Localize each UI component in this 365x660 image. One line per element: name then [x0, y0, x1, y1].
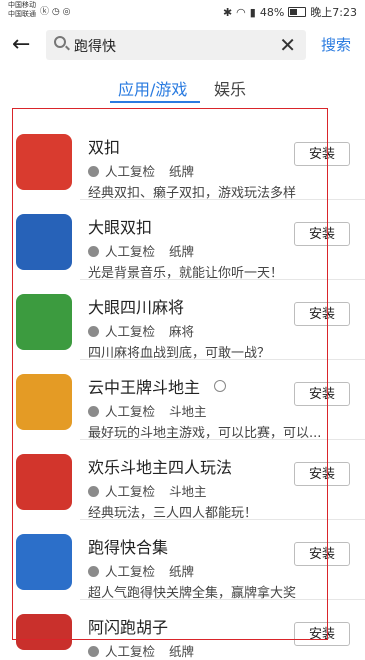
app-name[interactable]: 云中王牌斗地主 [88, 374, 200, 398]
reviewer-avatar-icon [88, 486, 99, 497]
install-button[interactable]: 安装 [294, 462, 350, 486]
carrier-info: 中国移动 中国联通 [8, 1, 36, 19]
bluetooth-icon: ✱ [222, 5, 233, 19]
reviewer-avatar-icon [88, 246, 99, 257]
list-item[interactable]: 阿闪跑胡子 人工复检 纸牌 安装 [0, 600, 365, 659]
list-item[interactable]: 大眼四川麻将 人工复检 麻将 四川麻将血战到底，可敢一战？ 安装 [0, 280, 365, 361]
app-meta: 人工复检 纸牌 [88, 641, 194, 660]
install-button[interactable]: 安装 [294, 542, 350, 566]
app-icon[interactable] [16, 374, 72, 430]
search-query[interactable]: 跑得快 [74, 36, 116, 56]
app-name[interactable]: 欢乐斗地主四人玩法 [88, 454, 232, 478]
app-icon[interactable] [16, 534, 72, 590]
tab-entertainment[interactable]: 娱乐 [214, 76, 246, 100]
app-meta: 人工复检 麻将 [88, 321, 194, 340]
install-button[interactable]: 安装 [294, 222, 350, 246]
app-icon[interactable] [16, 214, 72, 270]
battery-percent: 48% [259, 5, 285, 19]
app-category: 纸牌 [169, 164, 195, 179]
wifi-icon: ◠ [236, 5, 246, 19]
app-icon[interactable] [16, 134, 72, 190]
app-meta: 人工复检 斗地主 [88, 401, 207, 420]
tab-bar: 应用/游戏 娱乐 [0, 70, 365, 106]
review-badge: 人工复检 [105, 644, 156, 659]
review-badge: 人工复检 [105, 564, 156, 579]
verified-icon [214, 380, 226, 392]
app-icon[interactable] [16, 294, 72, 350]
review-badge: 人工复检 [105, 324, 156, 339]
app-name[interactable]: 大眼四川麻将 [88, 294, 184, 318]
install-button[interactable]: 安装 [294, 142, 350, 166]
tab-apps-games[interactable]: 应用/游戏 [118, 76, 187, 100]
clear-icon[interactable]: ✕ [279, 33, 296, 57]
app-name[interactable]: 跑得快合集 [88, 534, 168, 558]
app-icon[interactable] [16, 614, 72, 650]
install-button[interactable]: 安装 [294, 622, 350, 646]
search-button[interactable]: 搜索 [321, 34, 351, 55]
notification-icons: ⓚ ◷ ◎ [40, 7, 71, 17]
install-button[interactable]: 安装 [294, 382, 350, 406]
app-category: 纸牌 [169, 564, 195, 579]
status-bar: 中国移动 中国联通 ⓚ ◷ ◎ ✱ ◠ ▮ 48% 晚上7:23 [0, 0, 365, 22]
carrier-2: 中国联通 [8, 10, 36, 18]
search-input[interactable]: 跑得快 ✕ [46, 30, 306, 60]
list-item[interactable]: 云中王牌斗地主 人工复检 斗地主 最好玩的斗地主游戏，可以比赛，可以... 安装 [0, 360, 365, 441]
battery-icon [288, 7, 307, 17]
app-category: 斗地主 [169, 484, 207, 499]
app-name[interactable]: 大眼双扣 [88, 214, 152, 238]
reviewer-avatar-icon [88, 326, 99, 337]
reviewer-avatar-icon [88, 646, 99, 657]
list-item[interactable]: 大眼双扣 人工复检 纸牌 光是背景音乐，就能让你听一天！ 安装 [0, 200, 365, 281]
reviewer-avatar-icon [88, 566, 99, 577]
reviewer-avatar-icon [88, 166, 99, 177]
install-button[interactable]: 安装 [294, 302, 350, 326]
app-meta: 人工复检 纸牌 [88, 241, 194, 260]
list-item[interactable]: 双扣 人工复检 纸牌 经典双扣、癞子双扣，游戏玩法多样 安装 [0, 120, 365, 201]
app-meta: 人工复检 斗地主 [88, 481, 207, 500]
clock: 晚上7:23 [310, 6, 357, 19]
carrier-1: 中国移动 [8, 1, 36, 9]
reviewer-avatar-icon [88, 406, 99, 417]
active-tab-indicator [110, 101, 200, 103]
app-category: 纸牌 [169, 644, 195, 659]
system-indicators: ✱ ◠ ▮ 48% 晚上7:23 [223, 4, 357, 20]
app-category: 斗地主 [169, 404, 207, 419]
search-header: ← 跑得快 ✕ 搜索 [0, 24, 365, 68]
app-name[interactable]: 双扣 [88, 134, 120, 158]
review-badge: 人工复检 [105, 404, 156, 419]
list-item[interactable]: 跑得快合集 人工复检 纸牌 超人气跑得快关牌全集，赢牌拿大奖 安装 [0, 520, 365, 601]
app-meta: 人工复检 纸牌 [88, 561, 194, 580]
review-badge: 人工复检 [105, 484, 156, 499]
review-badge: 人工复检 [105, 164, 156, 179]
list-item[interactable]: 欢乐斗地主四人玩法 人工复检 斗地主 经典玩法，三人四人都能玩！ 安装 [0, 440, 365, 521]
back-arrow-icon[interactable]: ← [12, 32, 38, 58]
app-meta: 人工复检 纸牌 [88, 161, 194, 180]
review-badge: 人工复检 [105, 244, 156, 259]
app-category: 麻将 [169, 324, 195, 339]
signal-icon: ▮ [249, 5, 256, 19]
search-icon [54, 36, 66, 48]
app-name[interactable]: 阿闪跑胡子 [88, 614, 168, 638]
app-category: 纸牌 [169, 244, 195, 259]
app-icon[interactable] [16, 454, 72, 510]
